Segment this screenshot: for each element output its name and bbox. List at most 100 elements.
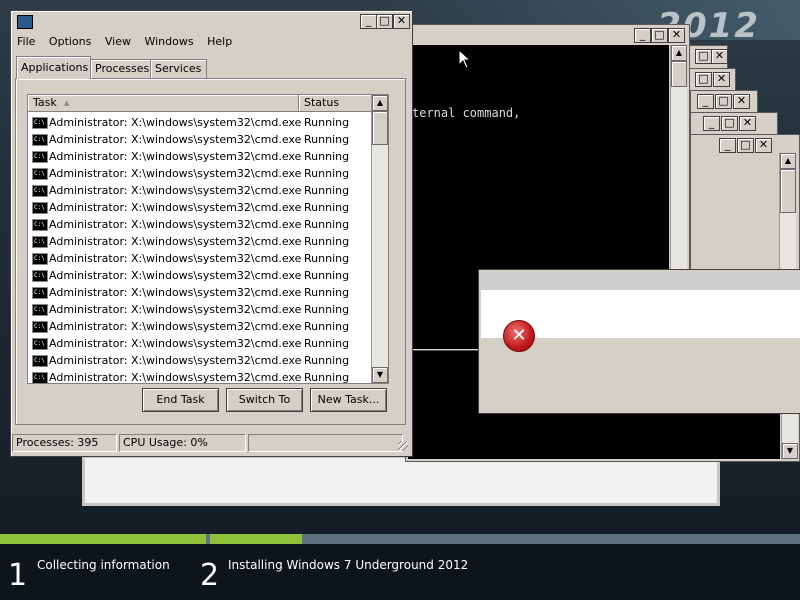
close-button[interactable]: ✕ xyxy=(713,72,730,87)
tab-applications[interactable]: Applications xyxy=(16,56,91,79)
task-row[interactable]: Administrator: X:\windows\system32\cmd.e… xyxy=(28,148,373,165)
task-status: Running xyxy=(304,133,350,146)
task-list-header: Task ▲ Status xyxy=(28,95,373,112)
minimize-button[interactable]: _ xyxy=(719,138,736,153)
task-manager-titlebar[interactable] xyxy=(13,13,410,31)
task-row[interactable]: Administrator: X:\windows\system32\cmd.e… xyxy=(28,318,373,335)
scroll-down-arrow-icon[interactable]: ▼ xyxy=(372,367,388,383)
task-list-scrollbar[interactable]: ▲ ▼ xyxy=(371,95,388,383)
minimize-button[interactable]: _ xyxy=(703,116,720,131)
minimize-button[interactable]: _ xyxy=(634,28,651,43)
task-name: Administrator: X:\windows\system32\cmd.e… xyxy=(49,269,302,282)
task-name: Administrator: X:\windows\system32\cmd.e… xyxy=(49,303,302,316)
task-name: Administrator: X:\windows\system32\cmd.e… xyxy=(49,354,302,367)
cmd-icon xyxy=(32,304,48,316)
close-button[interactable]: ✕ xyxy=(668,28,685,43)
task-row[interactable]: Administrator: X:\windows\system32\cmd.e… xyxy=(28,250,373,267)
task-name: Administrator: X:\windows\system32\cmd.e… xyxy=(49,167,302,180)
status-cpu-usage: CPU Usage: 0% xyxy=(119,434,246,452)
task-row[interactable]: Administrator: X:\windows\system32\cmd.e… xyxy=(28,369,373,384)
resize-grip-icon[interactable] xyxy=(398,441,408,451)
cmd-icon xyxy=(32,134,48,146)
error-dialog-titlebar[interactable] xyxy=(481,272,800,290)
status-processes: Processes: 395 xyxy=(12,434,117,452)
task-row[interactable]: Administrator: X:\windows\system32\cmd.e… xyxy=(28,165,373,182)
task-name: Administrator: X:\windows\system32\cmd.e… xyxy=(49,371,302,384)
new-task-button[interactable]: New Task... xyxy=(310,388,387,412)
scroll-thumb[interactable] xyxy=(780,169,796,213)
task-status: Running xyxy=(304,167,350,180)
close-button[interactable]: ✕ xyxy=(711,49,728,64)
error-icon: ✕ xyxy=(503,320,535,352)
maximize-button[interactable]: □ xyxy=(737,138,754,153)
cmd-icon xyxy=(32,287,48,299)
scroll-down-arrow-icon[interactable]: ▼ xyxy=(782,443,798,459)
scroll-up-arrow-icon[interactable]: ▲ xyxy=(372,95,388,111)
column-task[interactable]: Task ▲ xyxy=(28,95,299,111)
task-row[interactable]: Administrator: X:\windows\system32\cmd.e… xyxy=(28,352,373,369)
cmd-icon xyxy=(32,202,48,214)
setup-panel xyxy=(82,455,720,506)
maximize-button[interactable]: □ xyxy=(376,14,393,29)
end-task-button[interactable]: End Task xyxy=(142,388,219,412)
task-row[interactable]: Administrator: X:\windows\system32\cmd.e… xyxy=(28,199,373,216)
cmd-icon xyxy=(32,219,48,231)
maximize-button[interactable]: □ xyxy=(695,49,712,64)
menu-file[interactable]: File xyxy=(17,35,35,48)
maximize-button[interactable]: □ xyxy=(651,28,668,43)
maximize-button[interactable]: □ xyxy=(721,116,738,131)
task-row[interactable]: Administrator: X:\windows\system32\cmd.e… xyxy=(28,131,373,148)
menu-windows[interactable]: Windows xyxy=(144,35,193,48)
tab-services[interactable]: Services xyxy=(150,59,207,78)
task-status: Running xyxy=(304,235,350,248)
sort-ascending-icon: ▲ xyxy=(64,99,70,107)
menu-view[interactable]: View xyxy=(105,35,131,48)
task-row[interactable]: Administrator: X:\windows\system32\cmd.e… xyxy=(28,301,373,318)
task-name: Administrator: X:\windows\system32\cmd.e… xyxy=(49,133,302,146)
close-button[interactable]: ✕ xyxy=(733,94,750,109)
cmd-icon xyxy=(32,236,48,248)
minimize-button[interactable]: _ xyxy=(697,94,714,109)
task-name: Administrator: X:\windows\system32\cmd.e… xyxy=(49,184,302,197)
console-text: ternal command, xyxy=(412,106,521,120)
task-status: Running xyxy=(304,269,350,282)
task-status: Running xyxy=(304,201,350,214)
close-button[interactable]: ✕ xyxy=(393,14,410,29)
task-status: Running xyxy=(304,371,350,384)
cmd-icon xyxy=(32,185,48,197)
minimize-button[interactable]: _ xyxy=(360,14,377,29)
task-name: Administrator: X:\windows\system32\cmd.e… xyxy=(49,218,302,231)
task-row[interactable]: Administrator: X:\windows\system32\cmd.e… xyxy=(28,233,373,250)
close-button[interactable]: ✕ xyxy=(755,138,772,153)
tab-processes[interactable]: Processes xyxy=(90,59,151,78)
task-row[interactable]: Administrator: X:\windows\system32\cmd.e… xyxy=(28,114,373,131)
task-row[interactable]: Administrator: X:\windows\system32\cmd.e… xyxy=(28,267,373,284)
menu-help[interactable]: Help xyxy=(207,35,232,48)
setup-steps: 1 Collecting information 2 Installing Wi… xyxy=(0,544,800,600)
task-list[interactable]: Task ▲ Status Administrator: X:\windows\… xyxy=(27,94,389,384)
close-button[interactable]: ✕ xyxy=(739,116,756,131)
error-dialog[interactable]: ✕ xyxy=(478,269,800,414)
scroll-thumb[interactable] xyxy=(671,61,687,87)
task-row[interactable]: Administrator: X:\windows\system32\cmd.e… xyxy=(28,182,373,199)
task-name: Administrator: X:\windows\system32\cmd.e… xyxy=(49,252,302,265)
task-row[interactable]: Administrator: X:\windows\system32\cmd.e… xyxy=(28,216,373,233)
task-status: Running xyxy=(304,303,350,316)
step-2-number: 2 xyxy=(200,558,220,593)
mouse-cursor-icon xyxy=(458,49,472,69)
task-name: Administrator: X:\windows\system32\cmd.e… xyxy=(49,150,302,163)
error-dialog-body: ✕ xyxy=(481,290,800,352)
task-name: Administrator: X:\windows\system32\cmd.e… xyxy=(49,286,302,299)
maximize-button[interactable]: □ xyxy=(715,94,732,109)
cmd-icon xyxy=(32,117,48,129)
column-status[interactable]: Status xyxy=(299,95,373,111)
task-status: Running xyxy=(304,354,350,367)
maximize-button[interactable]: □ xyxy=(695,72,712,87)
scroll-up-arrow-icon[interactable]: ▲ xyxy=(671,45,687,61)
task-row[interactable]: Administrator: X:\windows\system32\cmd.e… xyxy=(28,284,373,301)
scroll-thumb[interactable] xyxy=(372,111,388,145)
task-row[interactable]: Administrator: X:\windows\system32\cmd.e… xyxy=(28,335,373,352)
switch-to-button[interactable]: Switch To xyxy=(226,388,303,412)
menu-options[interactable]: Options xyxy=(49,35,91,48)
scroll-up-arrow-icon[interactable]: ▲ xyxy=(780,153,796,169)
